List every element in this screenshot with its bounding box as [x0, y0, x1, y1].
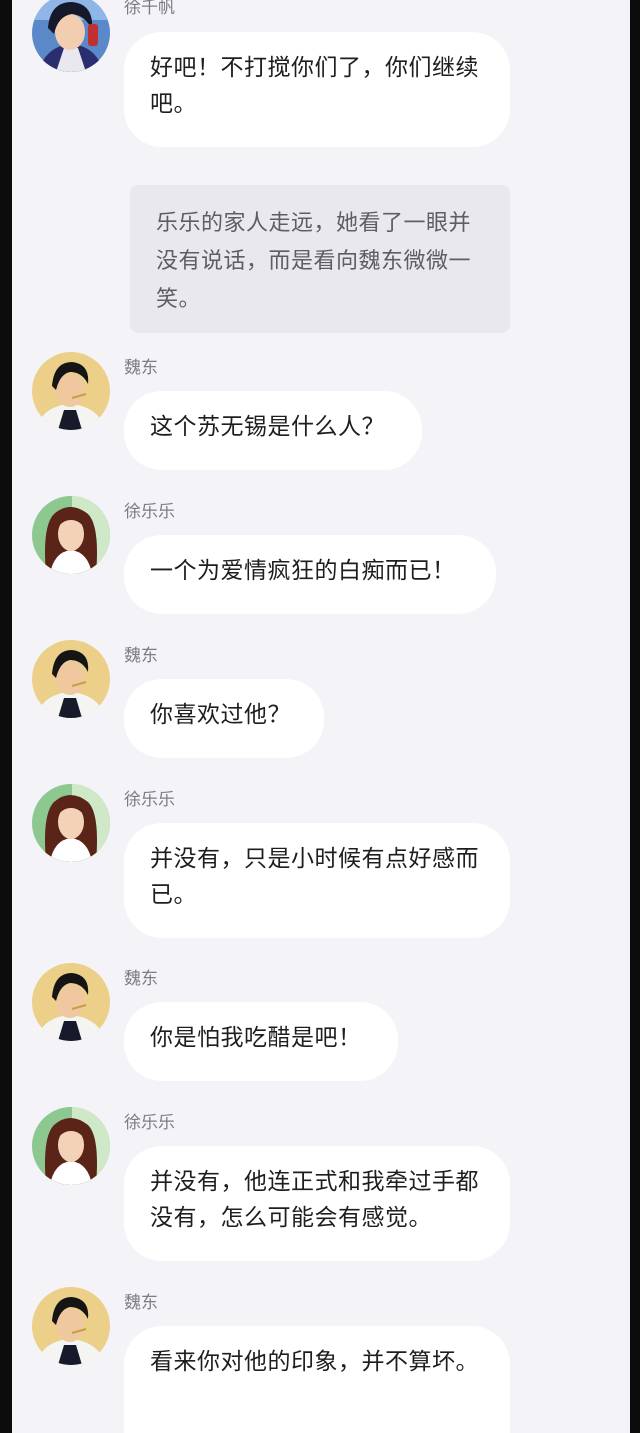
sender-name: 徐乐乐 [124, 502, 175, 522]
message-bubble[interactable]: 你是怕我吃醋是吧！ [124, 1002, 398, 1081]
boy-avatar-icon[interactable] [32, 0, 110, 72]
message-bubble[interactable]: 这个苏无锡是什么人？ [124, 391, 422, 470]
message-bubble[interactable]: 一个为爱情疯狂的白痴而已！ [124, 535, 496, 614]
sender-name: 魏东 [124, 358, 158, 378]
narration-box: 乐乐的家人走远，她看了一眼并没有说话，而是看向魏东微微一笑。 [130, 185, 510, 333]
sender-name: 魏东 [124, 969, 158, 989]
message-bubble[interactable]: 你喜欢过他？ [124, 679, 324, 758]
message-bubble[interactable]: 看来你对他的印象，并不算坏。 [124, 1326, 510, 1433]
sender-name: 徐乐乐 [124, 790, 175, 810]
message-bubble[interactable]: 并没有，他连正式和我牵过手都没有，怎么可能会有感觉。 [124, 1146, 510, 1261]
right-screen-edge [630, 0, 640, 1433]
message-bubble[interactable]: 并没有，只是小时候有点好感而已。 [124, 823, 510, 938]
wei-dong-avatar-icon[interactable] [32, 1287, 110, 1365]
wei-dong-avatar-icon[interactable] [32, 963, 110, 1041]
xu-lele-avatar-icon[interactable] [32, 496, 110, 574]
xu-lele-avatar-icon[interactable] [32, 784, 110, 862]
sender-name: 魏东 [124, 1293, 158, 1313]
left-screen-edge [0, 0, 12, 1433]
sender-name: 徐乐乐 [124, 1113, 175, 1133]
wei-dong-avatar-icon[interactable] [32, 640, 110, 718]
wei-dong-avatar-icon[interactable] [32, 352, 110, 430]
sender-name: 魏东 [124, 646, 158, 666]
sender-name: 徐千帆 [124, 0, 175, 18]
message-bubble[interactable]: 好吧！不打搅你们了，你们继续吧。 [124, 32, 510, 147]
xu-lele-avatar-icon[interactable] [32, 1107, 110, 1185]
